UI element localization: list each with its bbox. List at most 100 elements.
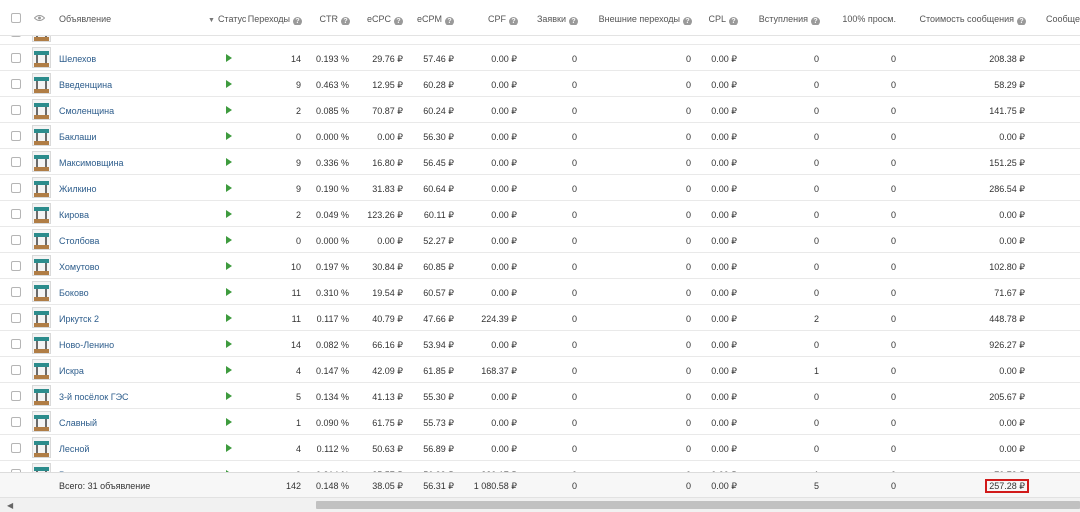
row-checkbox[interactable] (11, 365, 21, 375)
help-icon[interactable]: ? (729, 17, 738, 25)
row-checkbox[interactable] (11, 443, 21, 453)
ad-thumbnail[interactable] (32, 411, 51, 432)
column-header-ad[interactable]: Объявление (59, 13, 199, 25)
row-checkbox[interactable] (11, 339, 21, 349)
table-row[interactable]: Лесной 4 0.112 % 50.63 ₽ 56.89 ₽ 0.00 ₽ … (0, 435, 1080, 461)
table-row[interactable]: Хомутово 10 0.197 % 30.84 ₽ 60.85 ₽ 0.00… (0, 253, 1080, 279)
table-row[interactable]: Столбова 0 0.000 % 0.00 ₽ 52.27 ₽ 0.00 ₽… (0, 227, 1080, 253)
row-checkbox[interactable] (11, 105, 21, 115)
column-header-cpl[interactable]: CPL? (694, 13, 738, 25)
row-checkbox[interactable] (11, 157, 21, 167)
table-row[interactable]: Кирова 2 0.049 % 123.26 ₽ 60.11 ₽ 0.00 ₽… (0, 201, 1080, 227)
row-checkbox[interactable] (11, 79, 21, 89)
ad-thumbnail[interactable] (32, 307, 51, 328)
ad-name-link[interactable]: 3-й посёлок ГЭС (59, 391, 209, 403)
ad-thumbnail[interactable] (32, 177, 51, 198)
play-status-icon[interactable] (226, 184, 232, 192)
row-checkbox[interactable] (11, 391, 21, 401)
column-header-ecpc[interactable]: eCPC? (350, 13, 403, 25)
help-icon[interactable]: ? (683, 17, 692, 25)
ad-name-link[interactable]: Смоленщина (59, 105, 209, 117)
column-header-ctr[interactable]: CTR? (300, 13, 350, 25)
ad-thumbnail[interactable] (32, 229, 51, 250)
help-icon[interactable]: ? (341, 17, 350, 25)
row-checkbox[interactable] (11, 235, 21, 245)
ad-name-link[interactable]: Славный (59, 417, 209, 429)
ad-thumbnail[interactable] (32, 203, 51, 224)
table-row[interactable]: Искра 4 0.147 % 42.09 ₽ 61.85 ₽ 168.37 ₽… (0, 357, 1080, 383)
play-status-icon[interactable] (226, 366, 232, 374)
column-header-leads[interactable]: Заявки? (520, 13, 578, 25)
table-row[interactable]: Введенщина 9 0.463 % 12.95 ₽ 60.28 ₽ 0.0… (0, 71, 1080, 97)
ad-thumbnail[interactable] (32, 36, 51, 42)
help-icon[interactable]: ? (445, 17, 454, 25)
ad-thumbnail[interactable] (32, 333, 51, 354)
ad-name-link[interactable]: Иркутск 2 (59, 313, 209, 325)
ad-name-link[interactable]: Введенщина (59, 79, 209, 91)
table-row[interactable]: Славный 1 0.090 % 61.75 ₽ 55.73 ₽ 0.00 ₽… (0, 409, 1080, 435)
ad-name-link[interactable]: Боково (59, 287, 209, 299)
scroll-left-arrow-icon[interactable]: ◀ (7, 501, 13, 510)
row-checkbox[interactable] (11, 131, 21, 141)
ad-name-link[interactable]: Кирова (59, 209, 209, 221)
ad-name-link[interactable]: Максимовщина (59, 157, 209, 169)
ad-thumbnail[interactable] (32, 463, 51, 472)
table-row[interactable]: Смоленщина 2 0.085 % 70.87 ₽ 60.24 ₽ 0.0… (0, 97, 1080, 123)
table-row[interactable]: Олха 2 0.118 % 31.24 ₽ 60.28 ₽ 0.00 ₽ 0 … (0, 36, 1080, 45)
play-status-icon[interactable] (226, 54, 232, 62)
column-header-views[interactable]: 100% просм. (830, 13, 896, 25)
table-row[interactable]: Шелехов 14 0.193 % 29.76 ₽ 57.46 ₽ 0.00 … (0, 45, 1080, 71)
table-row[interactable]: Максимовщина 9 0.336 % 16.80 ₽ 56.45 ₽ 0… (0, 149, 1080, 175)
table-row[interactable]: Ново-Ленино 14 0.082 % 66.16 ₽ 53.94 ₽ 0… (0, 331, 1080, 357)
table-row[interactable]: Жилкино 9 0.190 % 31.83 ₽ 60.64 ₽ 0.00 ₽… (0, 175, 1080, 201)
ad-thumbnail[interactable] (32, 125, 51, 146)
column-header-ext[interactable]: Внешние переходы? (590, 13, 692, 25)
ad-name-link[interactable]: Жилкино (59, 183, 209, 195)
ad-thumbnail[interactable] (32, 99, 51, 120)
ad-thumbnail[interactable] (32, 73, 51, 94)
ad-thumbnail[interactable] (32, 47, 51, 68)
play-status-icon[interactable] (226, 288, 232, 296)
ad-name-link[interactable]: Искра (59, 365, 209, 377)
row-checkbox[interactable] (11, 36, 21, 37)
play-status-icon[interactable] (226, 392, 232, 400)
table-row[interactable]: Боково 11 0.310 % 19.54 ₽ 60.57 ₽ 0.00 ₽… (0, 279, 1080, 305)
ad-name-link[interactable]: Столбова (59, 235, 209, 247)
ad-name-link[interactable]: Олха (59, 36, 209, 39)
play-status-icon[interactable] (226, 444, 232, 452)
column-header-status[interactable]: ▼ Статус (208, 13, 248, 25)
ad-name-link[interactable]: Шелехов (59, 53, 209, 65)
table-row[interactable]: Баклаши 0 0.000 % 0.00 ₽ 56.30 ₽ 0.00 ₽ … (0, 123, 1080, 149)
play-status-icon[interactable] (226, 106, 232, 114)
ad-name-link[interactable]: Ново-Ленино (59, 339, 209, 351)
row-checkbox[interactable] (11, 209, 21, 219)
ad-name-link[interactable]: Хомутово (59, 261, 209, 273)
play-status-icon[interactable] (226, 132, 232, 140)
help-icon[interactable]: ? (569, 17, 578, 25)
row-checkbox[interactable] (11, 183, 21, 193)
play-status-icon[interactable] (226, 236, 232, 244)
play-status-icon[interactable] (226, 418, 232, 426)
horizontal-scrollbar[interactable]: ◀ (0, 497, 1080, 512)
play-status-icon[interactable] (226, 158, 232, 166)
column-header-joins[interactable]: Вступления? (750, 13, 820, 25)
row-checkbox[interactable] (11, 313, 21, 323)
play-status-icon[interactable] (226, 340, 232, 348)
column-header-ecpm[interactable]: eCPM? (400, 13, 454, 25)
scrollbar-thumb[interactable] (316, 501, 1080, 509)
table-row[interactable]: 3-й посёлок ГЭС 5 0.134 % 41.13 ₽ 55.30 … (0, 383, 1080, 409)
ad-thumbnail[interactable] (32, 437, 51, 458)
select-all-checkbox[interactable] (11, 13, 21, 23)
ad-thumbnail[interactable] (32, 255, 51, 276)
row-checkbox[interactable] (11, 287, 21, 297)
column-header-msgcost[interactable]: Стоимость сообщения? (910, 13, 1026, 25)
ad-thumbnail[interactable] (32, 359, 51, 380)
play-status-icon[interactable] (226, 210, 232, 218)
help-icon[interactable]: ? (811, 17, 820, 25)
table-row[interactable]: Релинова 9 0.314 % 35.57 ₽ 56.99 ₽ 320.1… (0, 461, 1080, 472)
eye-icon[interactable] (34, 14, 45, 22)
column-header-clicks[interactable]: Переходы? (246, 13, 302, 25)
row-checkbox[interactable] (11, 53, 21, 63)
play-status-icon[interactable] (226, 314, 232, 322)
column-header-cpf[interactable]: CPF? (470, 13, 518, 25)
